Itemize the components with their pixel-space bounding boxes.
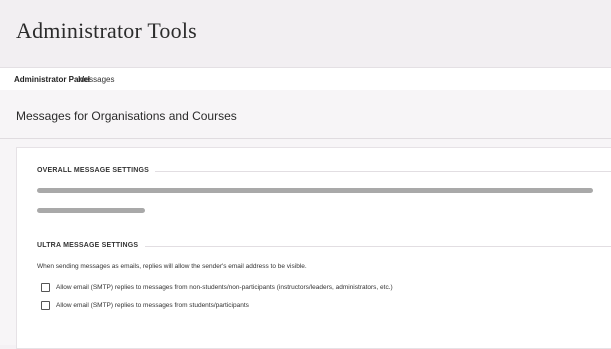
- overall-settings-title: OVERALL MESSAGE SETTINGS: [37, 167, 150, 174]
- breadcrumb: Administrator Panel Messages: [0, 67, 611, 91]
- divider: [0, 138, 611, 139]
- page-title: Administrator Tools: [16, 18, 197, 43]
- breadcrumb-link-messages[interactable]: Messages: [78, 75, 114, 84]
- smtp-replies-non-students-checkbox[interactable]: [41, 282, 50, 292]
- smtp-replies-students-label: Allow email (SMTP) replies to messages f…: [56, 301, 249, 309]
- smtp-replies-students-option[interactable]: Allow email (SMTP) replies to messages f…: [41, 300, 249, 310]
- title-bar: Administrator Tools: [0, 0, 611, 67]
- smtp-replies-non-students-label: Allow email (SMTP) replies to messages f…: [56, 283, 393, 291]
- loading-placeholder-bar: [37, 208, 145, 213]
- ultra-settings-description: When sending messages as emails, replies…: [37, 263, 307, 270]
- settings-card: OVERALL MESSAGE SETTINGS ULTRA MESSAGE S…: [16, 147, 611, 349]
- ultra-settings-title: ULTRA MESSAGE SETTINGS: [37, 242, 139, 249]
- overall-settings-rule: [155, 171, 611, 172]
- ultra-settings-rule: [145, 246, 611, 247]
- smtp-replies-non-students-option[interactable]: Allow email (SMTP) replies to messages f…: [41, 282, 393, 292]
- smtp-replies-students-checkbox[interactable]: [41, 300, 50, 310]
- section-heading: Messages for Organisations and Courses: [16, 109, 237, 123]
- main-content: Messages for Organisations and Courses O…: [0, 90, 611, 349]
- loading-placeholder-bar: [37, 188, 593, 193]
